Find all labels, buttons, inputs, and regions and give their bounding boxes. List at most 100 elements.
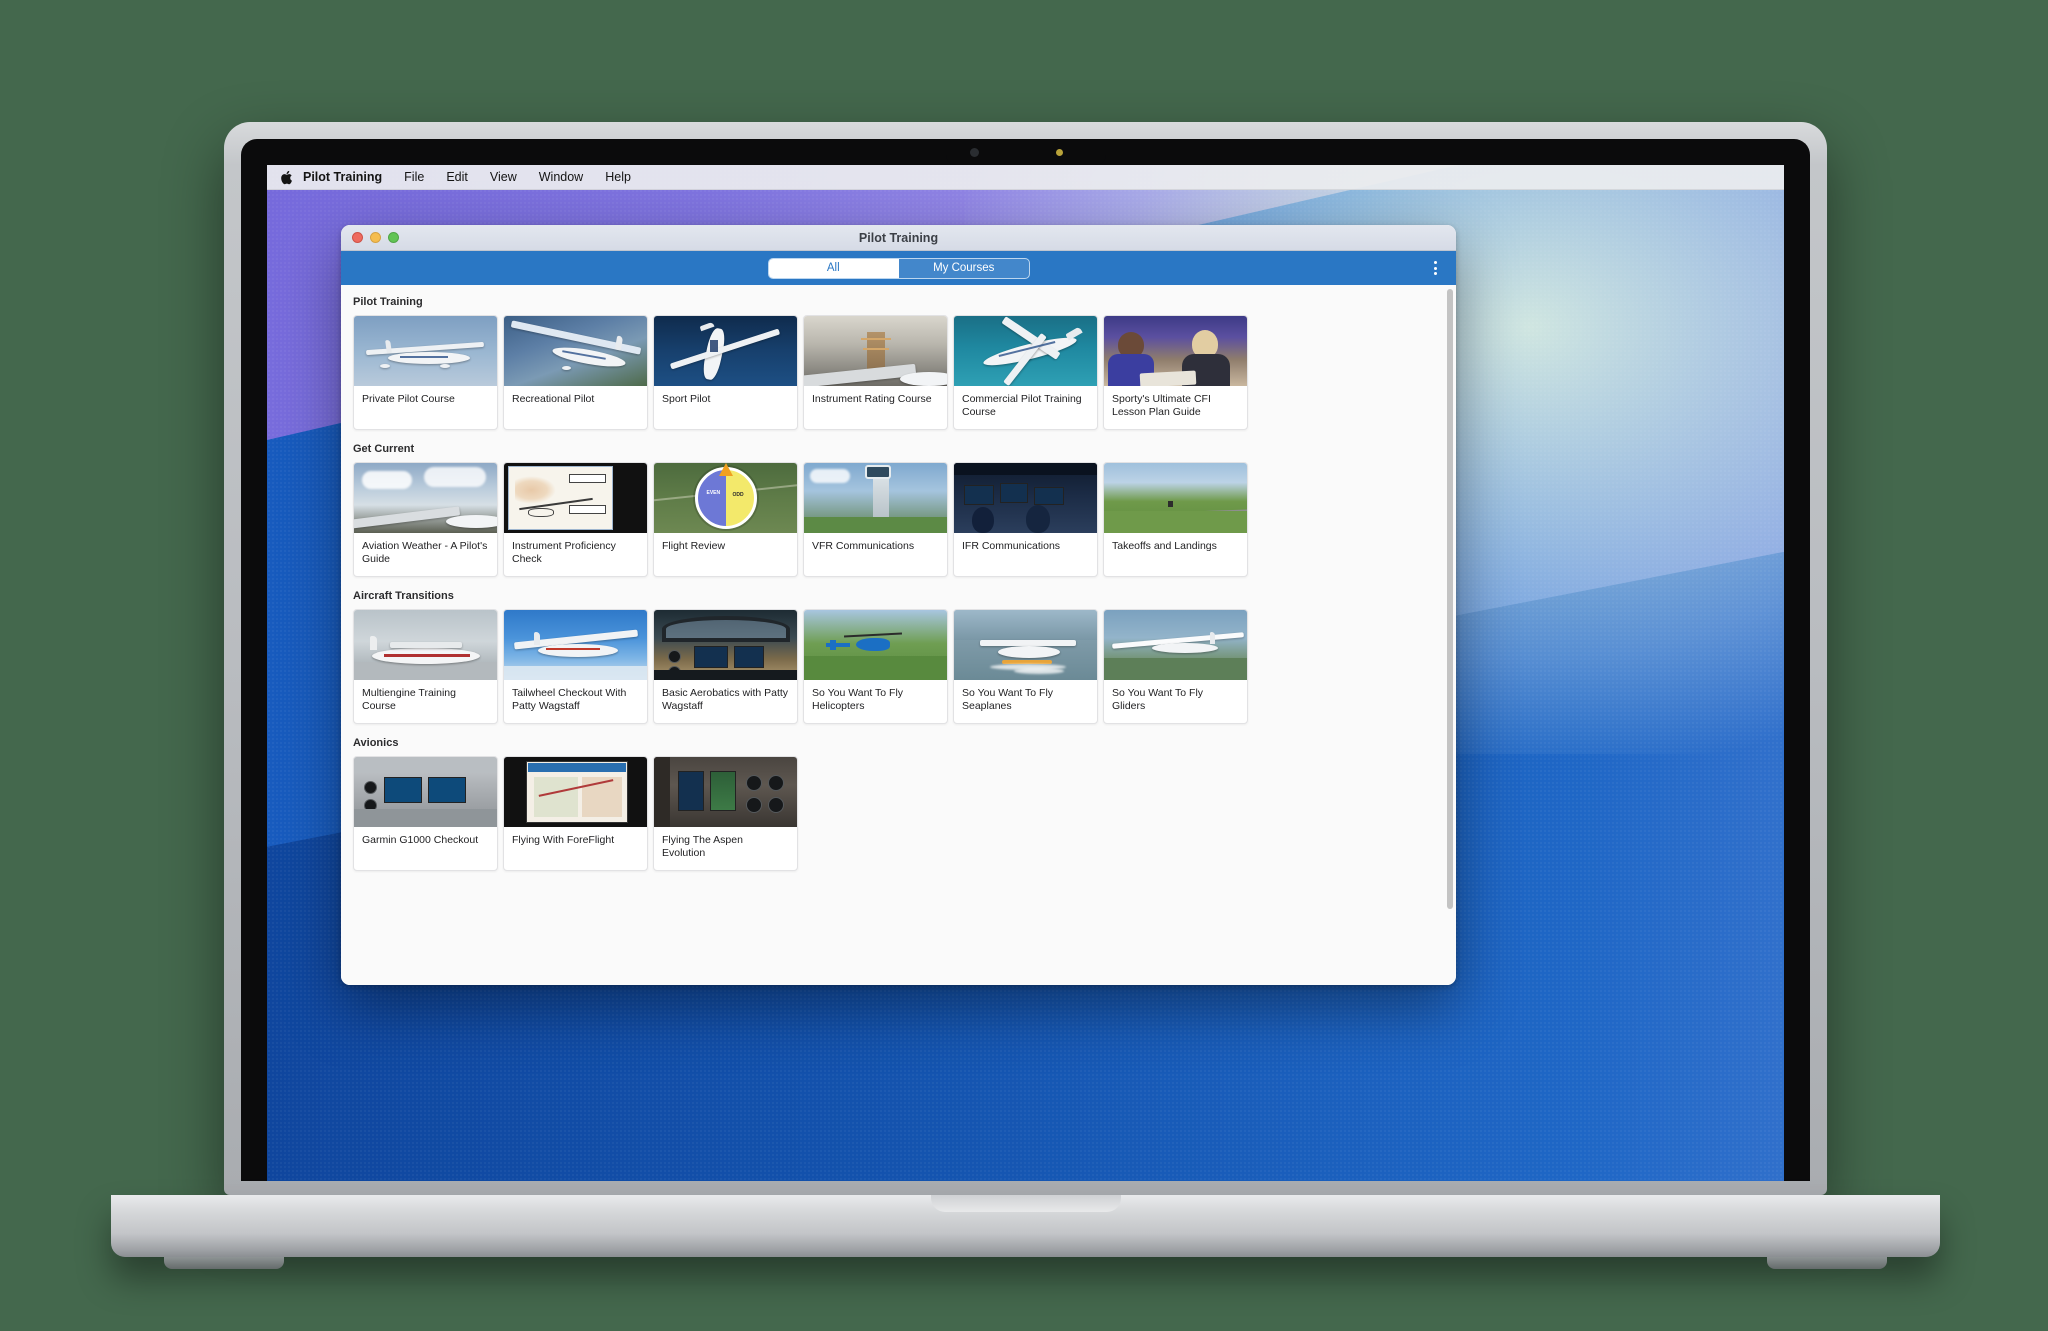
menu-window[interactable]: Window (528, 165, 594, 190)
menu-view[interactable]: View (479, 165, 528, 190)
laptop-base (111, 1195, 1940, 1257)
course-row[interactable]: Multiengine Training Course Tailwheel Ch… (353, 608, 1456, 726)
course-thumbnail-sport-pilot (654, 316, 797, 386)
course-thumbnail-ifr-communications (954, 462, 1097, 533)
course-card[interactable]: Basic Aerobatics with Patty Wagstaff (653, 608, 798, 724)
section-avionics: Avionics Garmin G1000 Checkout Flying Wi… (341, 726, 1456, 873)
section-get-current: Get Current Aviation Weather - A Pilot's… (341, 432, 1456, 579)
course-card[interactable]: Multiengine Training Course (353, 608, 498, 724)
course-title: Flight Review (662, 539, 726, 552)
course-card[interactable]: Takeoffs and Landings (1103, 461, 1248, 577)
course-card[interactable]: So You Want To Fly Gliders (1103, 608, 1248, 724)
course-title: So You Want To Fly Helicopters (812, 686, 904, 713)
section-title: Aircraft Transitions (353, 589, 454, 602)
course-card[interactable]: Aviation Weather - A Pilot's Guide (353, 461, 498, 577)
section-aircraft-transitions: Aircraft Transitions Multiengine Trainin… (341, 579, 1456, 726)
course-thumbnail-recreational-pilot (504, 316, 647, 386)
course-thumbnail-multiengine (354, 609, 497, 680)
course-title: Basic Aerobatics with Patty Wagstaff (662, 686, 789, 713)
course-title: Flying With ForeFlight (512, 833, 615, 846)
webcam-icon (969, 148, 979, 157)
menu-app-name[interactable]: Pilot Training (299, 165, 393, 190)
course-title: Sporty's Ultimate CFI Lesson Plan Guide (1112, 393, 1211, 419)
course-catalog-scroll-area[interactable]: Pilot Training Private Pilot Course Recr… (341, 285, 1456, 985)
tab-my-courses[interactable]: My Courses (899, 259, 1029, 278)
menu-edit[interactable]: Edit (435, 165, 479, 190)
course-title: Aviation Weather - A Pilot's Guide (362, 539, 488, 566)
course-title: Recreational Pilot (512, 393, 595, 405)
course-title: VFR Communications (812, 539, 915, 552)
section-title: Get Current (353, 442, 415, 455)
course-thumbnail-aviation-weather (354, 462, 497, 533)
screenshot-stage: Pilot Training File Edit View Window Hel… (0, 0, 2048, 1331)
vertical-scrollbar[interactable] (1447, 289, 1453, 909)
course-title: Garmin G1000 Checkout (362, 833, 479, 846)
menu-help[interactable]: Help (594, 165, 642, 190)
course-thumbnail-instrument-proficiency-check (504, 462, 647, 533)
course-thumbnail-flight-review: EVEN ODD (654, 462, 797, 533)
course-title: Sport Pilot (662, 393, 711, 405)
macos-menu-bar[interactable]: Pilot Training File Edit View Window Hel… (267, 165, 1784, 190)
course-thumbnail-instrument-rating (804, 316, 947, 386)
course-thumbnail-garmin-g1000 (354, 756, 497, 827)
section-title: Pilot Training (353, 296, 423, 308)
course-card[interactable]: So You Want To Fly Seaplanes (953, 608, 1098, 724)
course-card[interactable]: Commercial Pilot Training Course (953, 315, 1098, 430)
screen-bezel: Pilot Training File Edit View Window Hel… (241, 139, 1810, 1181)
course-title: Commercial Pilot Training Course (962, 393, 1082, 419)
window-titlebar[interactable]: Pilot Training (341, 225, 1456, 251)
course-thumbnail-aspen-evolution (654, 756, 797, 827)
app-window: Pilot Training All My Courses Pilot Trai… (341, 225, 1456, 985)
course-title: So You Want To Fly Seaplanes (962, 686, 1054, 713)
tab-all[interactable]: All (768, 258, 899, 278)
course-thumbnail-commercial-pilot (954, 316, 1097, 386)
course-title: So You Want To Fly Gliders (1112, 686, 1204, 713)
course-row[interactable]: Aviation Weather - A Pilot's Guide Instr… (353, 461, 1456, 579)
laptop-lid: Pilot Training File Edit View Window Hel… (224, 122, 1827, 1195)
window-title: Pilot Training (858, 230, 939, 245)
course-thumbnail-helicopters (804, 609, 947, 680)
course-card[interactable]: Flying The Aspen Evolution (653, 755, 798, 871)
course-thumbnail-basic-aerobatics (654, 609, 797, 680)
course-card[interactable]: Tailwheel Checkout With Patty Wagstaff (503, 608, 648, 724)
course-card[interactable]: Sporty's Ultimate CFI Lesson Plan Guide (1103, 315, 1248, 430)
course-card[interactable]: Instrument Proficiency Check (503, 461, 648, 577)
section-pilot-training: Pilot Training Private Pilot Course Recr… (341, 285, 1456, 432)
laptop-base-notch (930, 1195, 1121, 1212)
course-title: Instrument Proficiency Check (512, 539, 616, 566)
course-row[interactable]: Garmin G1000 Checkout Flying With ForeFl… (353, 755, 1456, 873)
menu-file[interactable]: File (393, 165, 435, 190)
section-title: Avionics (353, 736, 399, 749)
course-card[interactable]: Instrument Rating Course (803, 315, 948, 430)
kebab-menu-icon[interactable] (1429, 258, 1442, 278)
course-card[interactable]: IFR Communications (953, 461, 1098, 577)
laptop-foot-right (1767, 1257, 1887, 1269)
course-thumbnail-tailwheel-checkout (504, 609, 647, 680)
course-thumbnail-cfi-lesson-plan (1104, 316, 1247, 386)
course-card[interactable]: Recreational Pilot (503, 315, 648, 430)
course-thumbnail-takeoffs-and-landings (1104, 462, 1247, 533)
course-title: Takeoffs and Landings (1112, 539, 1217, 552)
course-card[interactable]: Flying With ForeFlight (503, 755, 648, 871)
course-title: Multiengine Training Course (362, 686, 456, 713)
course-title: Flying The Aspen Evolution (662, 833, 743, 860)
course-title: Private Pilot Course (362, 393, 455, 405)
course-thumbnail-gliders (1104, 609, 1247, 680)
course-card[interactable]: Garmin G1000 Checkout (353, 755, 498, 871)
course-row[interactable]: Private Pilot Course Recreational Pilot … (353, 315, 1456, 432)
course-card[interactable]: VFR Communications (803, 461, 948, 577)
course-card[interactable]: Private Pilot Course (353, 315, 498, 430)
app-toolbar: All My Courses (341, 251, 1456, 285)
course-thumbnail-seaplanes (954, 609, 1097, 680)
course-title: Tailwheel Checkout With Patty Wagstaff (512, 686, 627, 713)
laptop-foot-left (164, 1257, 284, 1269)
camera-indicator-light (1055, 149, 1063, 156)
camera-notch (945, 139, 1106, 165)
course-card[interactable]: EVEN ODD Flight Review (653, 461, 798, 577)
course-thumbnail-vfr-communications (804, 462, 947, 533)
view-filter-segmented-control[interactable]: All My Courses (767, 257, 1030, 279)
course-card[interactable]: Sport Pilot (653, 315, 798, 430)
course-card[interactable]: So You Want To Fly Helicopters (803, 608, 948, 724)
course-title: Instrument Rating Course (812, 393, 932, 405)
apple-logo-icon[interactable] (277, 170, 295, 185)
